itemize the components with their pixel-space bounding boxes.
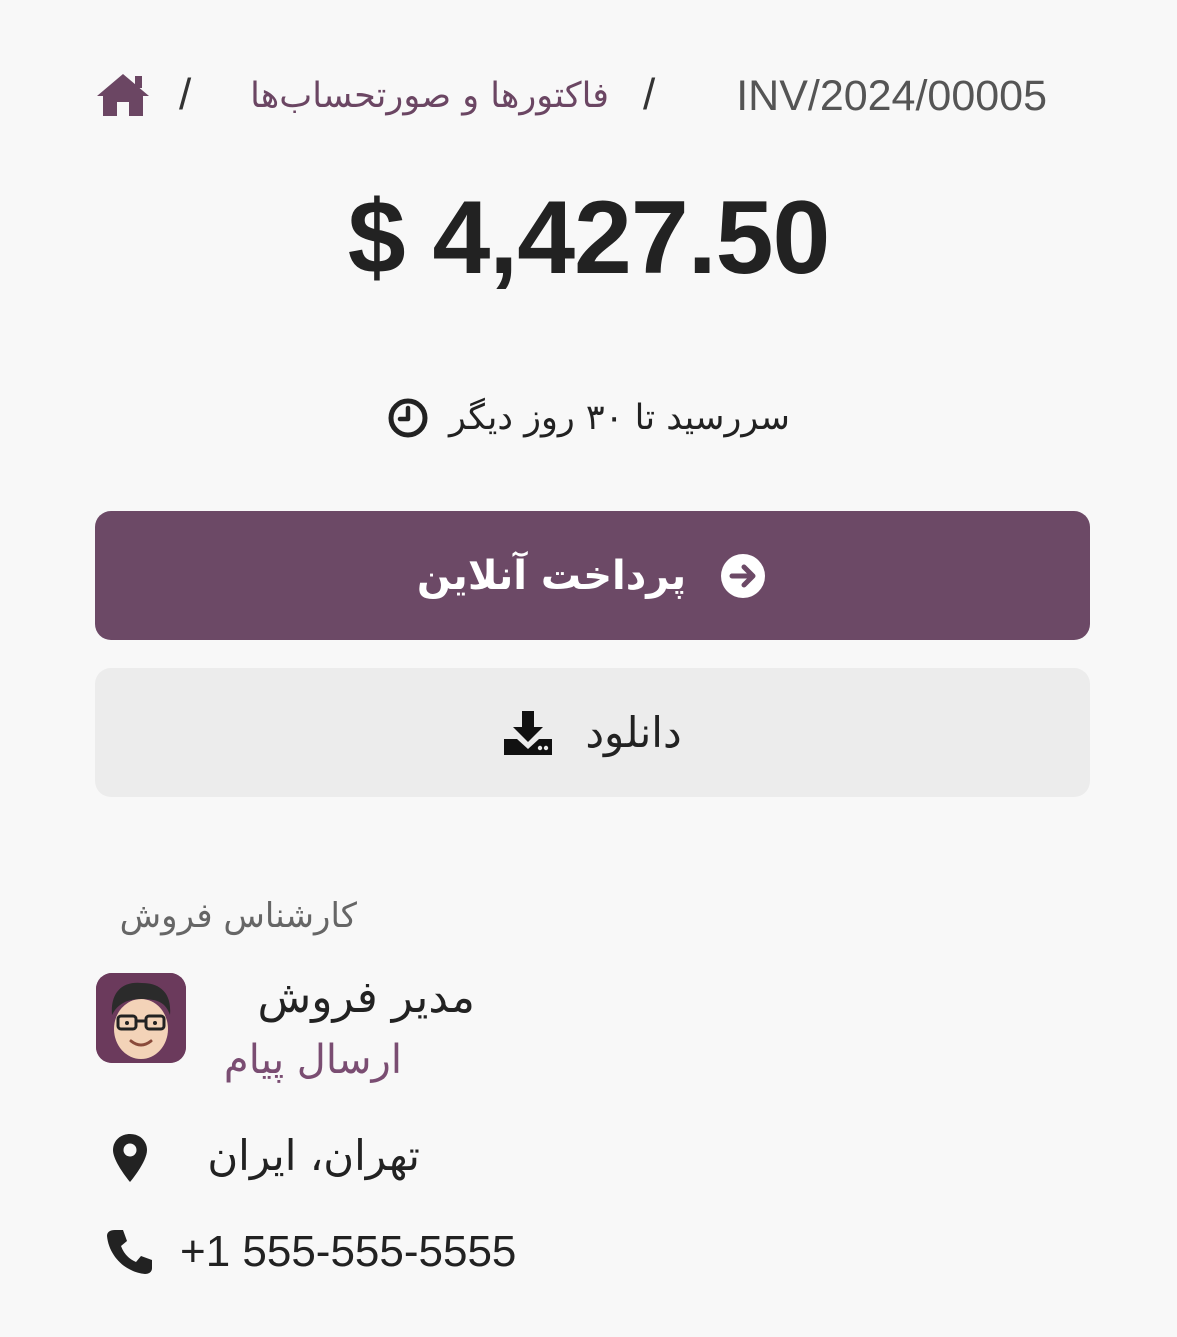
clock-icon	[387, 397, 429, 439]
pay-online-label: پرداخت آنلاین	[416, 552, 687, 599]
download-label: دانلود	[585, 707, 682, 757]
due-date-text: سررسید تا ۳۰ روز دیگر	[448, 398, 790, 438]
address-text: تهران، ایران	[207, 1131, 420, 1180]
phone-text[interactable]: +1 555-555-5555	[180, 1220, 516, 1284]
download-button[interactable]: دانلود	[95, 668, 1090, 797]
arrow-circle-right-icon	[718, 551, 768, 601]
address-row: تهران، ایران	[105, 1124, 425, 1188]
avatar	[96, 973, 186, 1063]
pay-online-button[interactable]: پرداخت آنلاین	[95, 511, 1090, 640]
map-marker-icon	[105, 1130, 155, 1182]
salesperson-name: مدیر فروش	[257, 972, 475, 1023]
download-icon	[503, 708, 553, 758]
breadcrumb: / فاکتورها و صورتحساب‌ها / INV/2024/0000…	[95, 60, 1047, 132]
send-message-link[interactable]: ارسال پیام	[210, 1030, 402, 1090]
due-date: سررسید تا ۳۰ روز دیگر	[0, 390, 1177, 446]
breadcrumb-separator: /	[643, 70, 656, 119]
breadcrumb-current: INV/2024/00005	[736, 72, 1047, 120]
phone-icon	[105, 1226, 155, 1276]
salesperson-section-label: کارشناس فروش	[119, 896, 357, 936]
home-icon[interactable]	[95, 70, 151, 120]
breadcrumb-invoices-link[interactable]: فاکتورها و صورتحساب‌ها	[217, 72, 609, 120]
phone-row: +1 555-555-5555	[105, 1220, 625, 1284]
breadcrumb-separator: /	[179, 70, 192, 119]
invoice-amount: $ 4,427.50	[347, 180, 831, 296]
